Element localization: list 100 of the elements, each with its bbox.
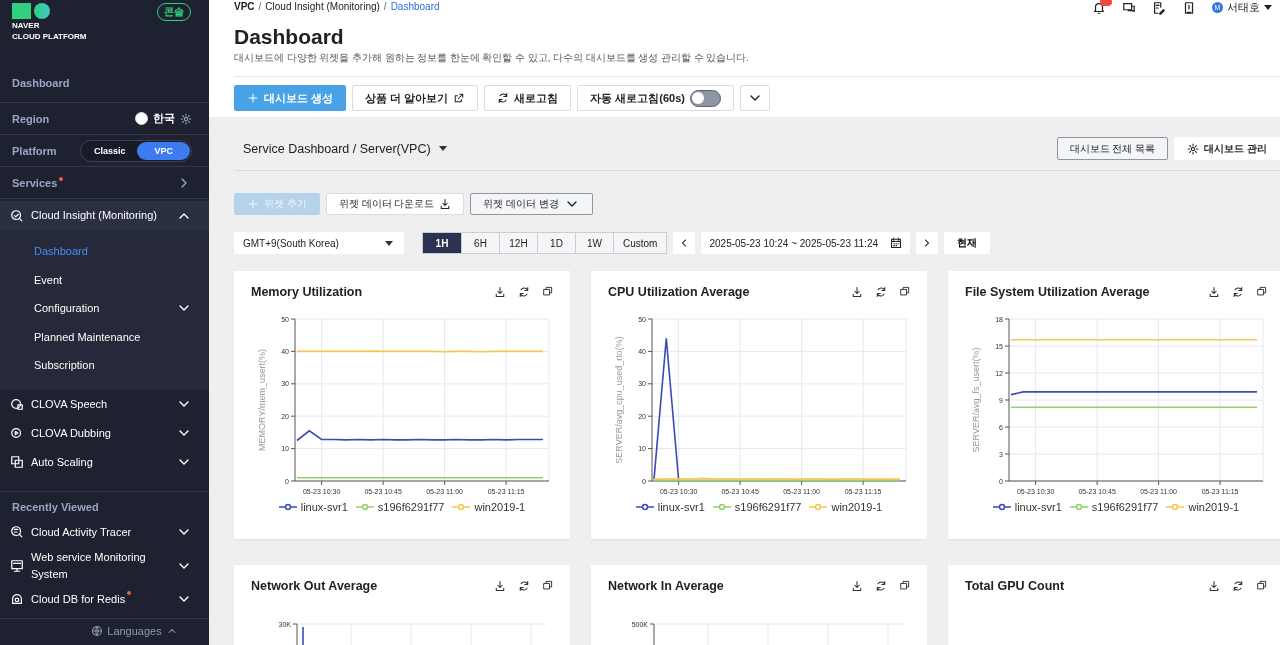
copy-icon [1256, 580, 1267, 591]
menu-item[interactable]: Cloud Activity Tracer [31, 523, 132, 541]
legend-label[interactable]: win2019-1 [1188, 501, 1240, 513]
range-tab[interactable]: 1H [423, 233, 461, 253]
learn-more-button[interactable]: 상품 더 알아보기 [352, 85, 479, 111]
legend-label[interactable]: s196f6291f77 [377, 501, 445, 513]
refresh-icon [1232, 286, 1244, 298]
document-icon [1182, 0, 1196, 15]
dashboard-selector[interactable]: Service Dashboard / Server(VPC) [234, 140, 453, 157]
notification-badge [1100, 0, 1112, 6]
auto-refresh-toggle[interactable] [689, 89, 721, 107]
edit-icon [1152, 0, 1166, 15]
platform-option[interactable]: Classic [81, 141, 138, 160]
breadcrumb-link[interactable]: Cloud Insight (Monitoring) [265, 1, 380, 12]
submenu-item[interactable]: Configuration [34, 302, 100, 315]
recent-item-icon [10, 558, 24, 573]
widget-title: Total GPU Count [965, 579, 1065, 593]
range-tab[interactable]: 1W [575, 233, 613, 253]
submenu-item[interactable]: Event [34, 273, 63, 286]
change-data-dropdown[interactable]: 위젯 데이터 변경 [470, 193, 593, 215]
download-icon [439, 198, 452, 210]
download-icon [1208, 580, 1220, 592]
legend-label[interactable]: linux-svr1 [300, 501, 348, 513]
legend-label[interactable]: win2019-1 [831, 501, 883, 513]
submenu-item[interactable]: Dashboard [34, 245, 88, 258]
breadcrumb-separator: / [383, 1, 387, 12]
globe-icon [91, 624, 104, 637]
page-title: Dashboard [234, 25, 345, 49]
download-icon [851, 580, 863, 592]
download-button[interactable]: 위젯 데이터 다운로드 [325, 193, 465, 215]
platform-option[interactable]: VPC [137, 141, 190, 160]
more-button[interactable] [739, 85, 770, 111]
axis-title: MEMORY/mem_usert(%) [257, 349, 267, 451]
download-icon [1208, 286, 1220, 298]
submenu-item[interactable]: Subscription [34, 359, 95, 372]
product-icon [10, 455, 24, 469]
range-tab[interactable]: 6H [461, 233, 499, 253]
download-icon [494, 580, 506, 592]
legend-label[interactable]: linux-svr1 [657, 501, 705, 513]
y-axis [649, 623, 655, 645]
section-title: Recently Viewed [11, 499, 100, 515]
copy-icon [899, 580, 910, 591]
refresh-icon [518, 286, 530, 298]
auto-refresh-label: 자동 새로고침(60s) [590, 90, 685, 106]
axis-title: SERVER/avg_fs_usert(%) [971, 347, 981, 453]
legend-label[interactable]: win2019-1 [474, 501, 526, 513]
menu-item[interactable]: Cloud DB for Redis [31, 590, 126, 608]
legend-label[interactable]: linux-svr1 [1014, 501, 1062, 513]
refresh-icon [1232, 580, 1244, 592]
services-label[interactable]: Services [12, 176, 58, 189]
flag-icon [135, 112, 148, 125]
languages-link[interactable]: Languages [107, 624, 162, 637]
menu-item[interactable]: CLOVA Speech [31, 395, 169, 413]
logo-icon [12, 3, 50, 19]
menu-item[interactable]: Auto Scaling [31, 453, 169, 471]
platform-label: Platform [12, 144, 57, 157]
plus-icon [247, 92, 259, 104]
nav-link[interactable]: Dashboard [12, 77, 70, 89]
widget-title: Network In Average [608, 579, 724, 593]
copy-icon [1256, 286, 1267, 297]
region-label: Region [12, 112, 50, 125]
manage-dashboard-button[interactable]: 대시보드 관리 [1174, 137, 1280, 160]
previous-button[interactable] [673, 232, 696, 254]
y-axis [292, 623, 298, 645]
breadcrumb-link[interactable]: VPC [234, 1, 255, 12]
submenu-item[interactable]: Planned Maintenance [34, 330, 141, 343]
breadcrumb-link[interactable]: Dashboard [390, 1, 440, 12]
external-link-icon [453, 92, 466, 104]
settings-icon [1187, 142, 1200, 155]
plus-icon [247, 198, 259, 210]
range-tab[interactable]: 12H [499, 233, 537, 253]
copy-icon [542, 286, 553, 297]
legend-label[interactable]: s196f6291f77 [734, 501, 802, 513]
widget-title: Network Out Average [251, 579, 378, 593]
next-button[interactable] [916, 232, 939, 254]
timezone-select[interactable]: GMT+9(South Korea) [234, 232, 404, 254]
copy-icon [899, 286, 910, 297]
recent-item-icon [10, 592, 24, 606]
refresh-icon [875, 580, 887, 592]
dashboard-list-button[interactable]: 대시보드 전체 목록 [1056, 137, 1169, 160]
widget-title: File System Utilization Average [965, 285, 1150, 299]
range-tab[interactable]: Custom [613, 233, 667, 253]
calendar-icon [890, 237, 903, 249]
user-name[interactable]: 서태호 [1227, 0, 1260, 15]
now-button[interactable]: 현재 [944, 232, 991, 254]
range-tab[interactable]: 1D [537, 233, 575, 253]
product-icon [10, 208, 24, 223]
brand-name: CLOUD PLATFORM [12, 32, 87, 41]
widget-title: CPU Utilization Average [608, 285, 750, 299]
download-icon [494, 286, 506, 298]
axis-title: SERVER/avg_cpu_used_rto(%) [614, 336, 624, 464]
settings-icon [180, 112, 192, 125]
menu-item[interactable]: Web service Monitoring System [31, 548, 169, 583]
menu-item[interactable]: CLOVA Dubbing [31, 424, 169, 442]
brand-name: NAVER [12, 21, 41, 30]
recent-item-icon [10, 525, 24, 539]
region-value[interactable]: 한국 [153, 111, 175, 126]
widget-title: Memory Utilization [251, 285, 363, 299]
legend-label[interactable]: s196f6291f77 [1091, 501, 1159, 513]
refresh-button[interactable]: 새로고침 [484, 85, 572, 111]
